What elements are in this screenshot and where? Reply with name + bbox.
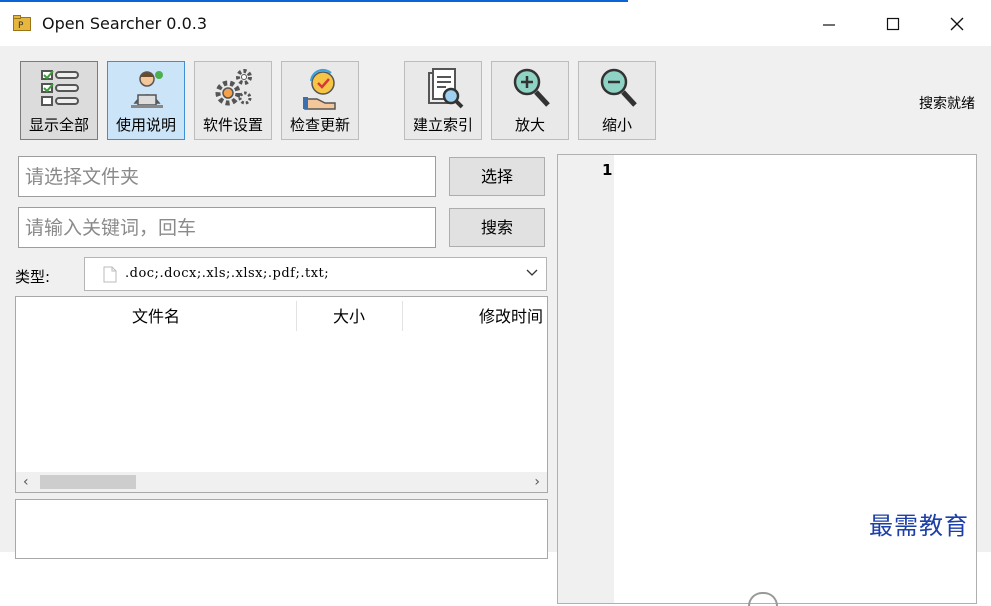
build-index-button[interactable]: 建立索引 bbox=[404, 61, 482, 140]
type-label: 类型: bbox=[15, 268, 51, 286]
folder-field[interactable] bbox=[18, 156, 436, 197]
scrollbar-thumb[interactable] bbox=[40, 475, 136, 489]
maximize-icon bbox=[886, 17, 900, 31]
zoom-out-button[interactable]: 缩小 bbox=[578, 61, 656, 140]
user-guide-icon bbox=[131, 71, 163, 108]
main-window: 显示全部 使用说明 软件设置 检查更新 建立索引 放大 缩小 搜索就绪 请选择文… bbox=[0, 46, 991, 606]
horizontal-scrollbar[interactable]: ‹ › bbox=[16, 472, 547, 492]
close-icon bbox=[950, 17, 964, 31]
column-header-filename[interactable]: 文件名 bbox=[16, 297, 296, 332]
close-button[interactable] bbox=[934, 4, 980, 44]
scroll-right-icon[interactable]: › bbox=[534, 474, 540, 490]
app-icon: P bbox=[13, 15, 31, 31]
column-header-modified[interactable]: 修改时间 bbox=[403, 297, 543, 332]
chevron-down-icon bbox=[526, 269, 538, 276]
svg-text:P: P bbox=[18, 21, 24, 31]
settings-label: 软件设置 bbox=[202, 116, 263, 134]
line-number-gutter: 1 bbox=[558, 155, 614, 603]
minimize-icon bbox=[823, 24, 835, 26]
status-text: 搜索就绪 bbox=[919, 96, 975, 112]
show-all-button[interactable]: 显示全部 bbox=[20, 61, 98, 140]
type-dropdown-value: .doc;.docx;.xls;.xlsx;.pdf;.txt; bbox=[125, 266, 330, 281]
zoom-out-icon bbox=[600, 68, 637, 107]
column-header-size[interactable]: 大小 bbox=[297, 297, 401, 332]
file-icon bbox=[103, 266, 117, 283]
type-dropdown[interactable]: .doc;.docx;.xls;.xlsx;.pdf;.txt; bbox=[84, 257, 547, 291]
maximize-button[interactable] bbox=[870, 4, 916, 44]
results-table[interactable]: 文件名 大小 修改时间 ‹ › bbox=[15, 296, 548, 493]
line-number: 1 bbox=[602, 161, 613, 179]
check-update-label: 检查更新 bbox=[289, 116, 350, 134]
settings-button[interactable]: 软件设置 bbox=[194, 61, 272, 140]
search-button[interactable]: 搜索 bbox=[449, 208, 545, 247]
check-update-button[interactable]: 检查更新 bbox=[281, 61, 359, 140]
select-folder-button[interactable]: 选择 bbox=[449, 157, 545, 196]
detail-panel[interactable] bbox=[15, 499, 548, 559]
watermark-text: 最需教育 bbox=[869, 512, 969, 540]
show-all-label: 显示全部 bbox=[28, 116, 89, 134]
folder-input[interactable] bbox=[19, 157, 435, 196]
build-index-label: 建立索引 bbox=[412, 116, 473, 134]
user-guide-button[interactable]: 使用说明 bbox=[107, 61, 185, 140]
user-guide-label: 使用说明 bbox=[115, 116, 176, 134]
search-field[interactable] bbox=[18, 207, 436, 248]
title-bar[interactable]: P Open Searcher 0.0.3 bbox=[0, 2, 991, 46]
window-title: Open Searcher 0.0.3 bbox=[42, 14, 208, 33]
minimize-button[interactable] bbox=[806, 4, 852, 44]
scroll-left-icon[interactable]: ‹ bbox=[23, 474, 29, 490]
checklist-icon bbox=[41, 70, 79, 106]
zoom-in-label: 放大 bbox=[514, 116, 545, 134]
zoom-in-button[interactable]: 放大 bbox=[491, 61, 569, 140]
build-index-icon bbox=[428, 68, 464, 109]
update-check-icon bbox=[303, 68, 336, 110]
gears-icon bbox=[215, 69, 252, 106]
search-input[interactable] bbox=[19, 208, 435, 247]
zoom-in-icon bbox=[513, 68, 550, 107]
zoom-out-label: 缩小 bbox=[601, 116, 632, 134]
